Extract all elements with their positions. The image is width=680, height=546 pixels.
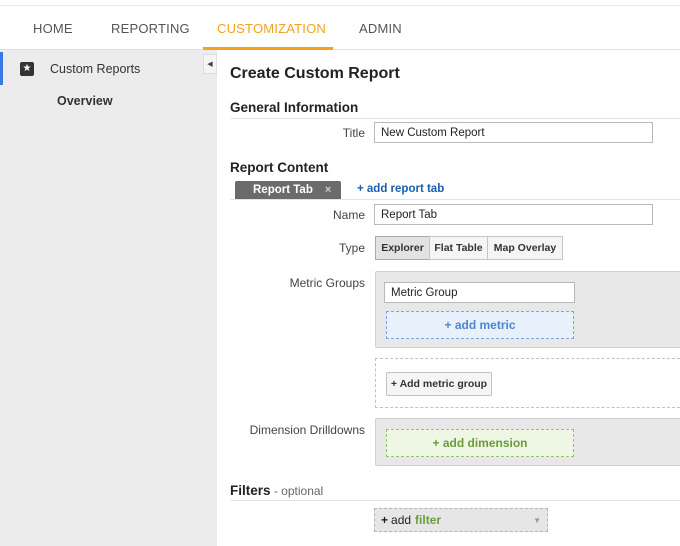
type-explorer-button[interactable]: Explorer: [375, 236, 430, 260]
page-title: Create Custom Report: [230, 65, 400, 82]
close-icon[interactable]: ×: [325, 184, 331, 196]
chevron-left-icon: ◀: [207, 61, 213, 68]
section-divider: [230, 199, 680, 200]
type-flat-table-button[interactable]: Flat Table: [429, 236, 488, 260]
nav-reporting[interactable]: REPORTING: [111, 21, 190, 36]
main-content: Create Custom Report General Information…: [217, 50, 680, 546]
type-map-overlay-button[interactable]: Map Overlay: [487, 236, 563, 260]
nav-admin[interactable]: ADMIN: [359, 21, 402, 36]
top-navigation: HOME REPORTING CUSTOMIZATION ADMIN: [0, 0, 680, 50]
sidebar-item-custom-reports[interactable]: ★ Custom Reports: [20, 60, 140, 78]
metric-group-box: + add metric: [375, 271, 680, 348]
sidebar: ★ Custom Reports Overview ◀: [0, 50, 217, 546]
add-filter-dropdown[interactable]: + add filter ▼: [374, 508, 548, 532]
nav-home[interactable]: HOME: [33, 21, 73, 36]
sidebar-active-indicator: [0, 52, 3, 85]
tab-report-tab[interactable]: Report Tab ×: [235, 181, 341, 199]
sidebar-item-label: Custom Reports: [50, 62, 141, 76]
add-dimension-button[interactable]: + add dimension: [386, 429, 574, 457]
nav-customization[interactable]: CUSTOMIZATION: [217, 21, 326, 36]
title-input[interactable]: [374, 122, 653, 143]
title-label: Title: [342, 126, 365, 140]
section-divider: [230, 118, 680, 119]
general-information-heading: General Information: [230, 100, 359, 115]
add-metric-button[interactable]: + add metric: [386, 311, 574, 339]
star-icon: ★: [20, 62, 34, 76]
section-divider: [230, 500, 680, 501]
type-button-group: Explorer Flat Table Map Overlay: [375, 236, 563, 260]
caret-down-icon: ▼: [533, 516, 541, 525]
name-input[interactable]: [374, 204, 653, 225]
metric-group-name-input[interactable]: [384, 282, 575, 303]
add-metric-group-area: + Add metric group: [375, 358, 680, 408]
report-content-heading: Report Content: [230, 160, 329, 175]
sidebar-collapse-button[interactable]: ◀: [203, 54, 217, 74]
metric-groups-label: Metric Groups: [289, 276, 365, 290]
add-report-tab-link[interactable]: + add report tab: [357, 183, 444, 195]
dimension-box: + add dimension: [375, 418, 680, 466]
tab-label: Report Tab: [253, 184, 313, 196]
filters-title: Filters: [230, 483, 271, 498]
add-filter-plus: +: [381, 513, 389, 527]
name-label: Name: [332, 208, 365, 222]
filters-heading: Filters - optional: [230, 483, 323, 498]
type-label: Type: [338, 241, 365, 255]
sidebar-item-overview[interactable]: Overview: [57, 94, 113, 108]
add-filter-add-word: add: [391, 513, 412, 527]
add-filter-filter-word: filter: [415, 513, 442, 527]
filters-optional-note: - optional: [270, 484, 324, 498]
dimension-drilldowns-label: Dimension Drilldowns: [249, 423, 365, 437]
add-metric-group-button[interactable]: + Add metric group: [386, 372, 492, 396]
top-strip: [0, 0, 680, 6]
